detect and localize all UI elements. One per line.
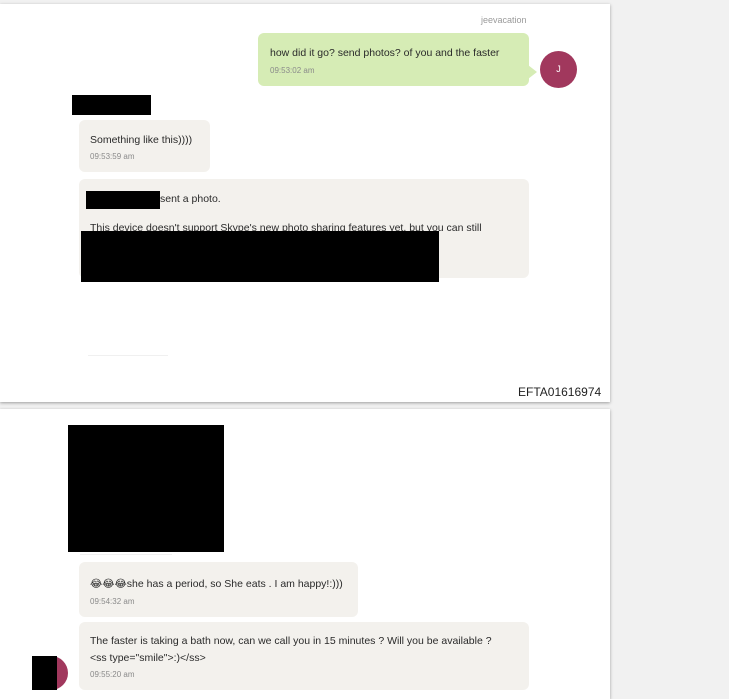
divider — [80, 554, 172, 555]
message-text: sent a photo. — [160, 193, 221, 205]
right-margin — [611, 0, 729, 691]
redaction-block — [68, 425, 224, 552]
message-text: The faster is taking a bath now, can we … — [90, 635, 492, 647]
sender-name: jeevacation — [481, 15, 527, 25]
message-markup-text: <ss type="smile">:)</ss> — [90, 652, 206, 664]
message-time: 09:53:02 am — [270, 66, 315, 75]
document-page-1: jeevacation how did it go? send photos? … — [0, 4, 610, 402]
document-id: EFTA01616974 — [518, 385, 602, 399]
redaction-block — [86, 191, 160, 209]
message-time: 09:54:32 am — [90, 597, 135, 606]
message-time: 09:53:59 am — [90, 152, 135, 161]
message-time: 09:55:20 am — [90, 670, 135, 679]
redaction-block — [32, 656, 57, 690]
document-page-2: 😂😂😂she has a period, so She eats . I am … — [0, 409, 610, 699]
incoming-message-bubble: Something like this)))) 09:53:59 am — [79, 120, 210, 172]
outgoing-message-bubble: how did it go? send photos? of you and t… — [258, 33, 529, 86]
redaction-block — [81, 231, 439, 282]
message-text: 😂😂😂she has a period, so She eats . I am … — [90, 578, 343, 590]
divider — [88, 355, 168, 356]
redaction-block — [72, 95, 151, 115]
incoming-message-bubble: The faster is taking a bath now, can we … — [79, 622, 529, 690]
incoming-message-bubble: 😂😂😂she has a period, so She eats . I am … — [79, 562, 358, 617]
message-text: how did it go? send photos? of you and t… — [270, 47, 500, 59]
avatar: J — [540, 51, 577, 88]
message-text: Something like this)))) — [90, 134, 193, 146]
bubble-tail — [528, 65, 537, 79]
